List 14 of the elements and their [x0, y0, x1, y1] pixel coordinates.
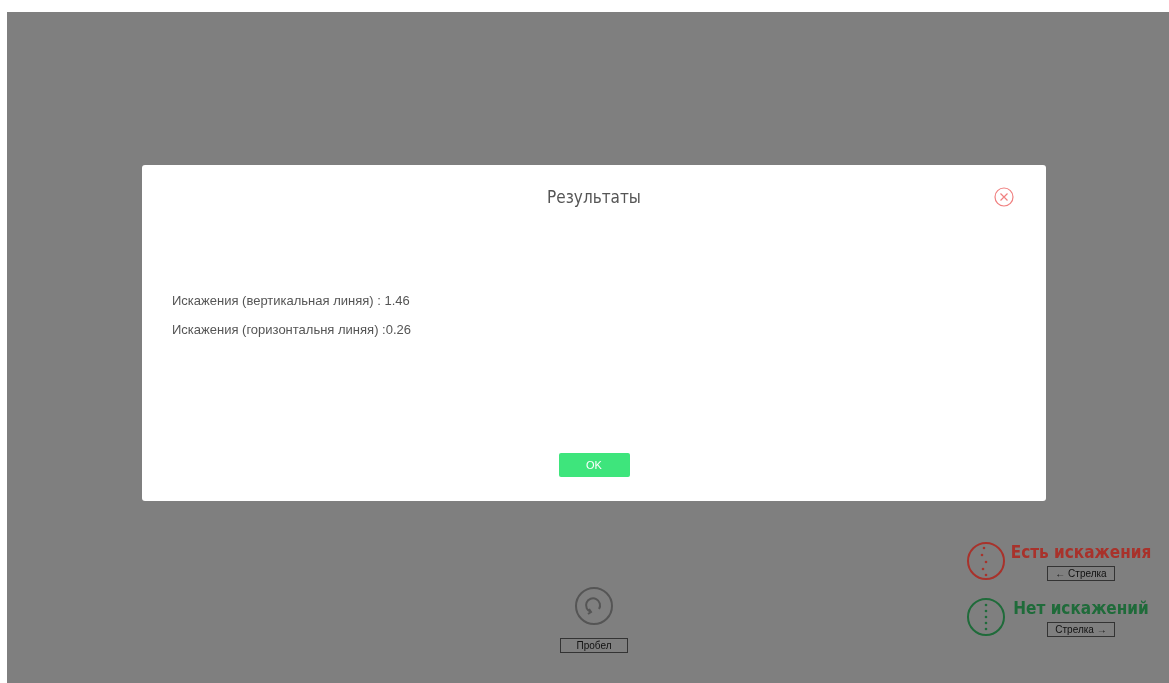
- answer-icon[interactable]: [966, 595, 1006, 639]
- result-line: Искажения (вертикальная линяя) : 1.46: [172, 293, 411, 308]
- result-line: Искажения (горизонтальня линяя) :0.26: [172, 322, 412, 337]
- answer-icon[interactable]: [966, 539, 1006, 583]
- close-icon: [992, 185, 1016, 209]
- key-hint: Стрелка →: [1047, 621, 1115, 637]
- answer-label: Есть искажения: [1010, 541, 1152, 562]
- ok-button[interactable]: OK: [558, 453, 630, 477]
- key-hint: Пробел: [560, 638, 628, 653]
- key-hint: ← Стрелка: [1047, 565, 1115, 581]
- dialog-title: Результаты: [546, 187, 642, 207]
- answer-label: Нет искажений: [1013, 597, 1149, 618]
- close-button[interactable]: [992, 185, 1016, 209]
- replay-icon[interactable]: [574, 586, 614, 626]
